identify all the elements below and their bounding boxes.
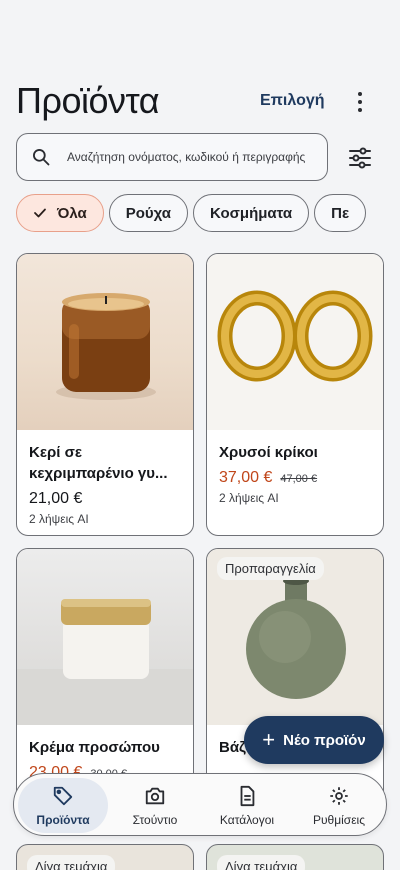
- nav-label: Στούντιο: [132, 812, 178, 827]
- chip-jewelry[interactable]: Κοσμήματα: [192, 194, 310, 232]
- nav-studio[interactable]: Στούντιο: [110, 778, 200, 833]
- status-badge: Λίγα τεμάχια: [217, 855, 306, 870]
- product-name: Χρυσοί κρίκοι: [219, 444, 318, 461]
- product-card[interactable]: Χρυσοί κρίκοι 37,00 € 47,00 € 2 λήψεις A…: [206, 253, 384, 536]
- product-sale-price: 37,00 €: [219, 469, 273, 486]
- chip-label: Ρούχα: [125, 204, 171, 222]
- product-old-price: 47,00 €: [280, 473, 318, 485]
- nav-settings[interactable]: Ρυθμίσεις: [294, 778, 384, 833]
- product-name: Κρέμα προσώπου: [29, 739, 160, 756]
- new-product-button[interactable]: + Νέο προϊόν: [244, 716, 384, 764]
- more-options-icon[interactable]: [350, 90, 370, 114]
- bottom-navigation: Προϊόντα Στούντιο Κατάλογοι Ρυθμίσεις: [13, 773, 387, 836]
- nav-products[interactable]: Προϊόντα: [18, 778, 108, 833]
- product-card[interactable]: Κρέμα προσώπου 23,00 € 30,00 €: [16, 548, 194, 808]
- check-icon: [34, 208, 46, 218]
- product-image-cream: [17, 549, 193, 725]
- product-image-candle: [17, 254, 193, 430]
- ai-shots-count: 2 λήψεις AI: [219, 491, 279, 505]
- chip-more[interactable]: Πε: [314, 194, 367, 232]
- new-product-label: Νέο προϊόν: [283, 731, 366, 749]
- nav-label: Κατάλογοι: [219, 812, 275, 827]
- camera-icon: [145, 787, 165, 804]
- filter-settings-icon[interactable]: [345, 143, 375, 173]
- nav-label: Προϊόντα: [36, 812, 90, 827]
- header: Προϊόντα Επιλογή: [0, 78, 400, 128]
- chip-label: Κοσμήματα: [209, 204, 293, 222]
- chip-all[interactable]: Όλα: [16, 194, 104, 232]
- select-button[interactable]: Επιλογή: [260, 92, 325, 110]
- search-icon: [33, 149, 50, 166]
- gear-icon: [330, 786, 348, 805]
- product-card[interactable]: Προπαραγγελία Βάζο φασκομηλου: [206, 548, 384, 808]
- product-card[interactable]: Λίγα τεμάχια: [206, 844, 384, 870]
- chip-label: Πε: [331, 204, 350, 222]
- page-title: Προϊόντα: [16, 80, 160, 121]
- product-name: Κερί σε κεχριμπαρένιο γυ...: [29, 444, 168, 482]
- status-badge: Λίγα τεμάχια: [27, 855, 116, 870]
- tag-icon: [53, 786, 73, 805]
- product-card[interactable]: Κερί σε κεχριμπαρένιο γυ... 21,00 € 2 λή…: [16, 253, 194, 536]
- status-badge: Προπαραγγελία: [217, 557, 324, 580]
- search-field[interactable]: Αναζήτηση ονόματος, κωδικού ή περιγραφής: [16, 133, 328, 181]
- search-placeholder: Αναζήτηση ονόματος, κωδικού ή περιγραφής: [67, 150, 306, 164]
- nav-catalogs[interactable]: Κατάλογοι: [202, 778, 292, 833]
- nav-label: Ρυθμίσεις: [312, 812, 366, 827]
- ai-shots-count: 2 λήψεις AI: [29, 512, 89, 526]
- plus-icon: +: [262, 727, 276, 752]
- chip-clothes[interactable]: Ρούχα: [108, 194, 188, 232]
- chip-label: Όλα: [57, 204, 87, 222]
- product-card[interactable]: Λίγα τεμάχια: [16, 844, 194, 870]
- product-image-hoops: [207, 254, 383, 430]
- product-price: 21,00 €: [29, 490, 83, 507]
- document-icon: [240, 785, 255, 806]
- category-chips: Όλα Ρούχα Κοσμήματα Πε: [16, 194, 400, 232]
- product-image-vase: Προπαραγγελία: [207, 549, 383, 725]
